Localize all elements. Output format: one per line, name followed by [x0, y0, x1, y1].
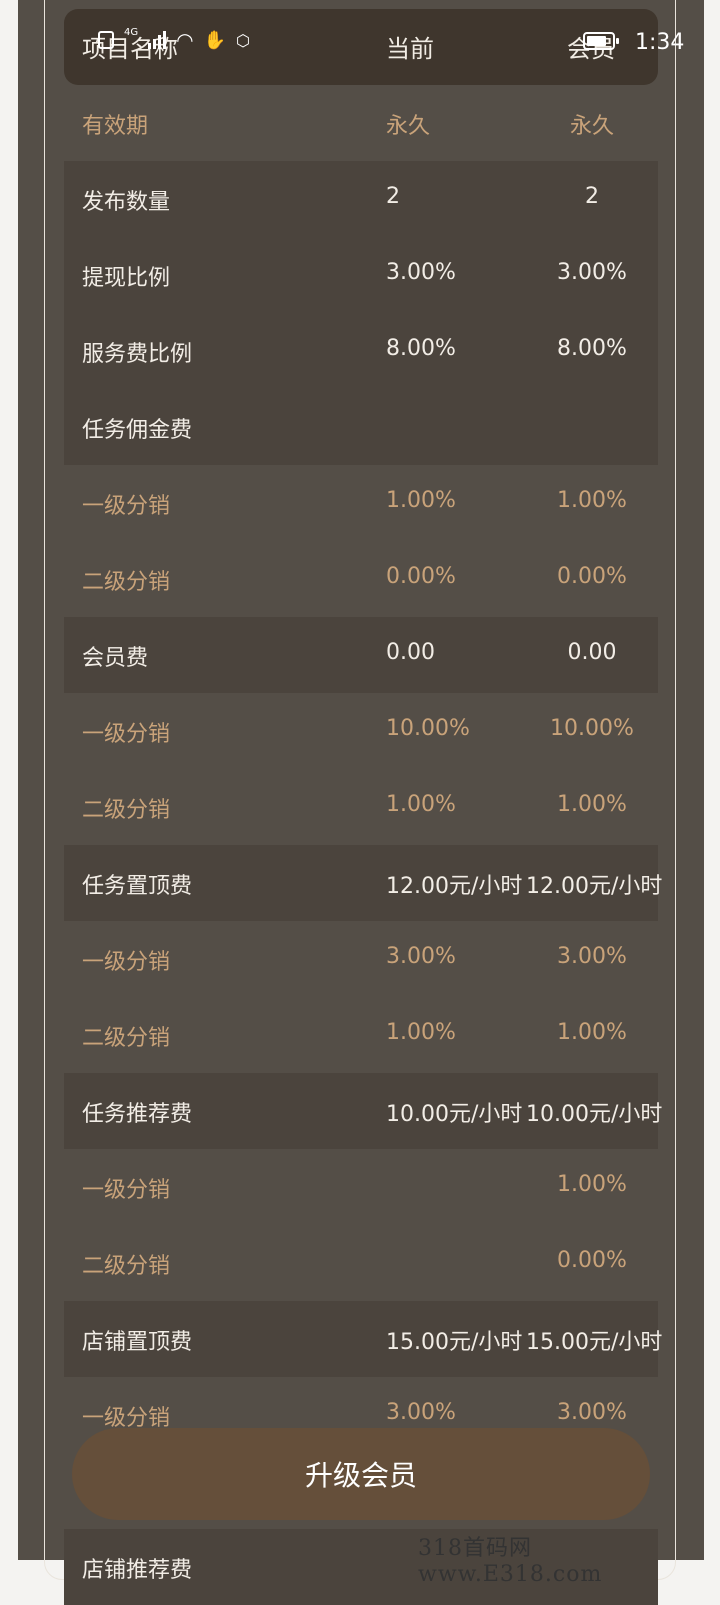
row-member-value: 15.00元/小时	[526, 1330, 663, 1355]
table-row: 二级分销 0.00%	[64, 1225, 658, 1301]
row-label: 二级分销	[82, 1026, 171, 1051]
row-current-value: 永久	[386, 114, 431, 139]
row-label: 提现比例	[82, 266, 171, 291]
table-row: 有效期 永久 永久	[64, 85, 658, 161]
row-label: 有效期	[82, 114, 149, 139]
row-current-value: 15.00元/小时	[386, 1330, 523, 1355]
table-row: 会员费 0.00 0.00	[64, 617, 658, 693]
row-member-value: 永久	[569, 114, 615, 139]
table-row: 二级分销 0.00% 0.00%	[64, 541, 658, 617]
row-current-value: 3.00%	[386, 260, 456, 285]
row-current-value: 3.00%	[386, 944, 456, 969]
table-row: 二级分销 1.00% 1.00%	[64, 769, 658, 845]
row-label: 一级分销	[82, 950, 171, 975]
row-current-value: 1.00%	[386, 792, 456, 817]
row-current-value: 0.00%	[386, 564, 456, 589]
table-row: 一级分销 10.00% 10.00%	[64, 693, 658, 769]
row-current-value: 1.00%	[386, 1020, 456, 1045]
upgrade-member-button[interactable]: 升级会员	[72, 1428, 650, 1520]
header-col-current: 当前	[386, 35, 434, 63]
table-row: 任务推荐费 10.00元/小时 10.00元/小时	[64, 1073, 662, 1149]
row-label: 会员费	[82, 646, 149, 671]
table-row: 任务佣金费	[64, 389, 658, 465]
row-label: 二级分销	[82, 570, 171, 595]
row-current-value: 0.00	[386, 640, 435, 665]
row-current-value: 10.00元/小时	[386, 1102, 523, 1127]
row-member-value: 0.00%	[557, 564, 627, 589]
table-row: 二级分销 1.00% 1.00%	[64, 997, 658, 1073]
table-row: 一级分销 3.00% 3.00%	[64, 921, 658, 997]
header-col-name: 项目名称	[82, 35, 178, 63]
row-label: 服务费比例	[82, 342, 193, 367]
row-member-value: 0.00%	[557, 1248, 627, 1273]
row-member-value: 8.00%	[557, 336, 627, 361]
table-row: 发布数量 2 2	[64, 161, 658, 237]
row-current-value: 10.00%	[386, 716, 470, 741]
row-label: 二级分销	[82, 798, 171, 823]
row-label: 二级分销	[82, 1254, 171, 1279]
row-member-value: 10.00元/小时	[526, 1102, 663, 1127]
table-row: 一级分销 1.00%	[64, 1149, 658, 1225]
row-current-value: 12.00元/小时	[386, 874, 523, 899]
row-label: 任务置顶费	[82, 874, 193, 899]
watermark-text: 318首码网 www.E318.com	[418, 1536, 603, 1587]
row-label: 一级分销	[82, 494, 171, 519]
row-label: 店铺推荐费	[82, 1558, 193, 1583]
table-row: 任务置顶费 12.00元/小时 12.00元/小时	[64, 845, 662, 921]
row-member-value: 0.00	[567, 640, 617, 665]
row-member-value: 12.00元/小时	[526, 874, 663, 899]
row-label: 任务佣金费	[82, 418, 193, 443]
row-label: 发布数量	[82, 190, 171, 215]
row-label: 店铺置顶费	[82, 1330, 193, 1355]
table-row: 一级分销 1.00% 1.00%	[64, 465, 658, 541]
comparison-table: 有效期 永久 永久发布数量 2 2 提现比例 3.00% 3.00% 服务费比例 8.00% 8.0…	[64, 85, 662, 1605]
row-member-value: 10.00%	[550, 716, 634, 741]
header-col-member: 会员	[567, 35, 615, 63]
row-current-value: 2	[386, 184, 400, 209]
table-row: 店铺置顶费 15.00元/小时 15.00元/小时	[64, 1301, 662, 1377]
row-member-value: 3.00%	[557, 260, 627, 285]
table-header: 项目名称 当前 会员	[64, 9, 658, 85]
row-member-value: 1.00%	[557, 1172, 627, 1197]
row-current-value: 8.00%	[386, 336, 456, 361]
row-label: 一级分销	[82, 722, 171, 747]
row-label: 任务推荐费	[82, 1102, 193, 1127]
row-member-value: 3.00%	[557, 944, 627, 969]
row-member-value: 1.00%	[557, 792, 627, 817]
row-member-value: 1.00%	[557, 1020, 627, 1045]
table-row: 提现比例 3.00% 3.00%	[64, 237, 658, 313]
row-current-value: 3.00%	[386, 1400, 456, 1425]
table-row: 服务费比例 8.00% 8.00%	[64, 313, 658, 389]
row-member-value: 2	[585, 184, 599, 209]
row-current-value: 1.00%	[386, 488, 456, 513]
row-member-value: 3.00%	[557, 1400, 627, 1425]
row-member-value: 1.00%	[557, 488, 627, 513]
row-label: 一级分销	[82, 1178, 171, 1203]
